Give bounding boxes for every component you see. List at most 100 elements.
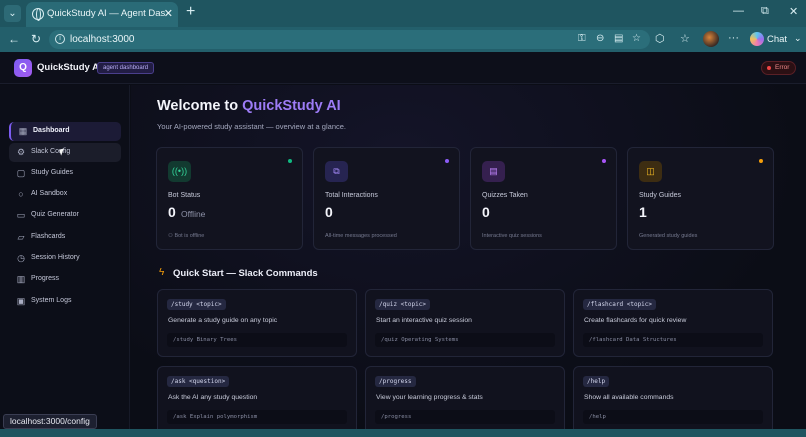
- sidebar-item-flashcards[interactable]: ▱ Flashcards: [9, 228, 121, 247]
- tab-title: QuickStudy AI — Agent Dashboard: [47, 8, 165, 19]
- command-chip: /quiz <topic>: [375, 299, 430, 310]
- stat-label: Bot Status: [168, 192, 201, 199]
- app-header: Q QuickStudy AI agent dashboard Error: [0, 52, 806, 84]
- command-chip: /help: [583, 376, 610, 387]
- grid-icon: ▦: [18, 126, 28, 136]
- command-chip: /study <topic>: [167, 299, 226, 310]
- sidebar-item-session-history[interactable]: ◷ Session History: [9, 249, 121, 268]
- stat-sub: Offline: [181, 209, 206, 219]
- sidebar-item-label: Flashcards: [31, 233, 66, 240]
- sidebar-item-label: Study Guides: [31, 169, 74, 176]
- status-dot: [445, 159, 449, 163]
- browser-tab[interactable]: QuickStudy AI — Agent Dashboard ✕: [26, 2, 178, 27]
- link-status-url: localhost:3000/config: [3, 414, 97, 429]
- command-description: Create flashcards for quick review: [584, 317, 687, 324]
- sidebar-item-study-guides[interactable]: ▢ Study Guides: [9, 164, 121, 183]
- command-description: Show all available commands: [584, 394, 674, 401]
- zoom-icon[interactable]: ⊖: [596, 33, 604, 44]
- restore-icon[interactable]: ⧉: [761, 5, 769, 18]
- taskbar-strip: [0, 429, 806, 437]
- key-icon[interactable]: ⚿: [578, 33, 586, 44]
- reader-icon[interactable]: ▤: [614, 33, 623, 44]
- command-description: Start an interactive quiz session: [376, 317, 472, 324]
- sidebar-item-label: Session History: [31, 254, 80, 261]
- clock-icon: ◷: [17, 253, 25, 263]
- address-bar[interactable]: i localhost:3000 ⚿ ⊖ ▤ ☆: [49, 30, 650, 49]
- more-icon[interactable]: ···: [728, 32, 739, 44]
- command-chip: /ask <question>: [167, 376, 230, 387]
- stat-value: 1: [639, 204, 647, 220]
- messages-icon: ⧉: [325, 161, 348, 182]
- clipboard-icon: ▭: [16, 210, 26, 220]
- stat-label: Total Interactions: [325, 192, 378, 199]
- sidebar-item-dashboard[interactable]: ▦ Dashboard: [9, 122, 121, 141]
- page-title: Welcome to QuickStudy AI: [157, 98, 341, 114]
- stat-card-study-guides: ◫ Study Guides 1 Generated study guides: [627, 147, 774, 250]
- book-icon: ▢: [16, 168, 26, 178]
- sidebar-item-quiz-generator[interactable]: ▭ Quiz Generator: [9, 206, 121, 225]
- command-chip: /flashcard <topic>: [583, 299, 657, 310]
- command-example: /flashcard Data Structures: [583, 333, 763, 347]
- error-label: Error: [775, 64, 790, 71]
- stat-card-total-interactions: ⧉ Total Interactions 0 All-time messages…: [313, 147, 460, 250]
- stat-value: 0: [482, 204, 490, 220]
- extensions-icon[interactable]: ⬡: [655, 32, 665, 45]
- refresh-icon[interactable]: ↻: [31, 32, 41, 46]
- sidebar-item-system-logs[interactable]: ▣ System Logs: [9, 292, 121, 311]
- agent-dashboard-badge: agent dashboard: [97, 62, 155, 74]
- sidebar-item-label: AI Sandbox: [31, 190, 68, 197]
- command-card-study[interactable]: /study <topic> Generate a study guide on…: [157, 289, 357, 357]
- bar-chart-icon: ▥: [16, 274, 26, 284]
- error-dot-icon: [767, 66, 771, 70]
- command-card-flashcard[interactable]: /flashcard <topic> Create flashcards for…: [573, 289, 773, 357]
- status-dot: [288, 159, 292, 163]
- favorite-icon[interactable]: ☆: [632, 33, 641, 44]
- profile-avatar[interactable]: [703, 31, 719, 47]
- stat-footnote: Interactive quiz sessions: [482, 233, 542, 239]
- site-info-icon[interactable]: i: [55, 34, 65, 44]
- back-icon[interactable]: ←: [8, 32, 20, 46]
- error-status-badge: Error: [761, 61, 797, 75]
- sidebar-item-progress[interactable]: ▥ Progress: [9, 270, 121, 289]
- stat-value: 0: [325, 204, 333, 220]
- sidebar-item-label: System Logs: [31, 297, 72, 304]
- sidebar-item-ai-sandbox[interactable]: ○ AI Sandbox: [9, 185, 121, 204]
- command-example: /progress: [375, 410, 555, 424]
- terminal-icon: ▣: [16, 296, 26, 306]
- sidebar-item-label: Progress: [31, 275, 60, 282]
- command-card-quiz[interactable]: /quiz <topic> Start an interactive quiz …: [365, 289, 565, 357]
- command-card-ask[interactable]: /ask <question> Ask the AI any study que…: [157, 366, 357, 436]
- minimize-icon[interactable]: —: [733, 5, 744, 17]
- lightning-icon: ϟ: [159, 267, 165, 278]
- command-example: /ask Explain polymorphism: [167, 410, 347, 424]
- browser-tab-bar: ⌄ QuickStudy AI — Agent Dashboard ✕ + — …: [0, 0, 806, 27]
- status-dot: [602, 159, 606, 163]
- stat-footnote: All-time messages processed: [325, 233, 397, 239]
- stat-label: Quizzes Taken: [482, 192, 528, 199]
- logo-icon: Q: [14, 59, 32, 77]
- command-card-progress[interactable]: /progress View your learning progress & …: [365, 366, 565, 436]
- tab-actions-menu-icon[interactable]: ⌄: [4, 5, 21, 22]
- url-text: localhost:3000: [70, 34, 135, 45]
- command-example: /help: [583, 410, 763, 424]
- command-description: View your learning progress & stats: [376, 394, 483, 401]
- stat-value: 0: [168, 204, 176, 220]
- stat-footnote: Generated study guides: [639, 233, 698, 239]
- cards-icon: ▱: [17, 232, 25, 242]
- favorites-icon[interactable]: ☆: [680, 32, 690, 45]
- copilot-icon[interactable]: [750, 32, 764, 46]
- sidebar-item-label: Dashboard: [33, 127, 70, 134]
- chat-label[interactable]: Chat: [767, 34, 787, 45]
- command-description: Ask the AI any study question: [168, 394, 258, 401]
- new-tab-icon[interactable]: +: [186, 3, 195, 21]
- globe-icon: [32, 8, 44, 21]
- close-window-icon[interactable]: ✕: [789, 5, 798, 18]
- stat-card-bot-status: ((•)) Bot Status 0 Offline ⚇ Bot is offl…: [156, 147, 303, 250]
- chevron-down-icon[interactable]: ⌄: [794, 33, 802, 44]
- close-tab-icon[interactable]: ✕: [164, 7, 173, 20]
- quick-start-heading: Quick Start — Slack Commands: [173, 268, 318, 279]
- stat-label: Study Guides: [639, 192, 682, 199]
- welcome-accent: QuickStudy AI: [242, 98, 341, 114]
- command-example: /quiz Operating Systems: [375, 333, 555, 347]
- command-card-help[interactable]: /help Show all available commands /help: [573, 366, 773, 436]
